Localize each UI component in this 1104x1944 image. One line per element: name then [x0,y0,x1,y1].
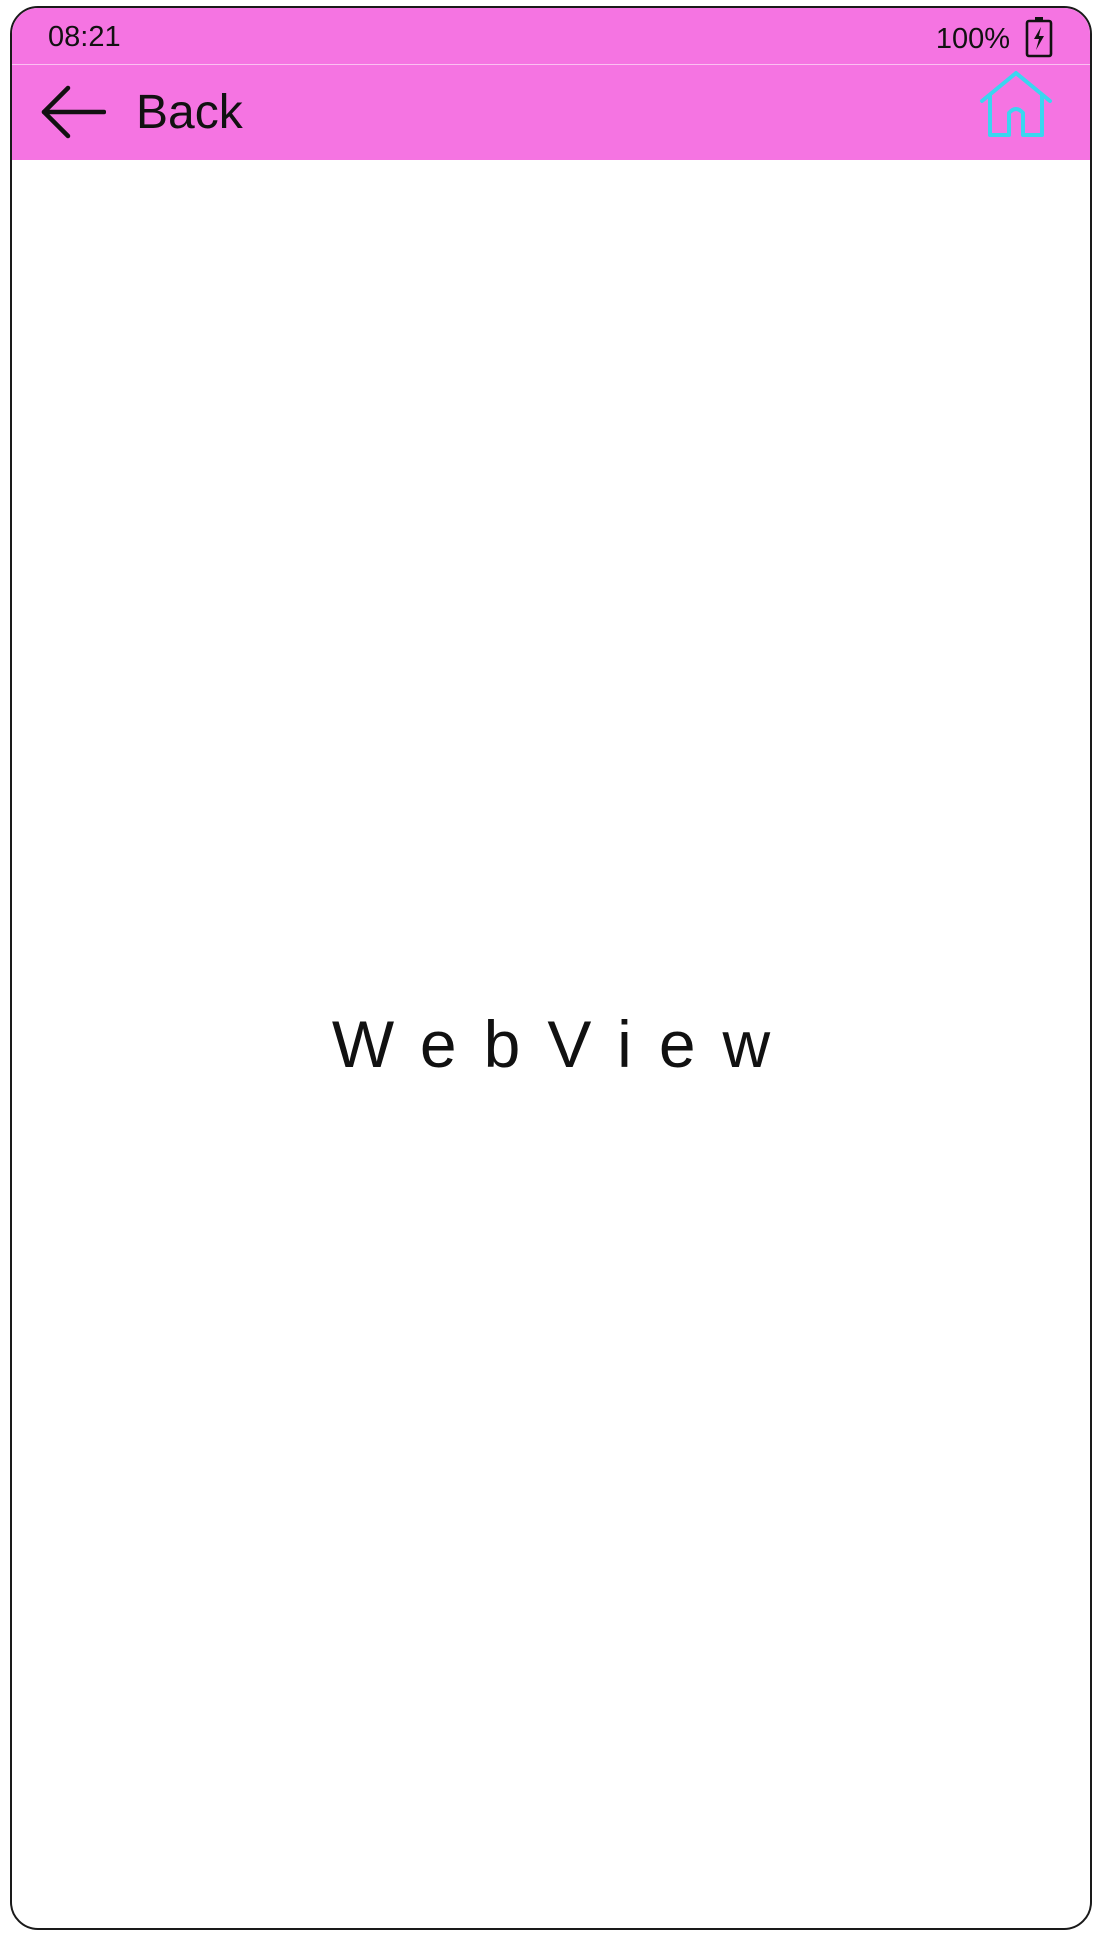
arrow-left-icon [40,84,106,140]
battery-charging-icon [1024,16,1054,58]
toolbar: Back [12,65,1090,160]
status-time: 08:21 [48,21,121,53]
device-frame: 08:21 100% Back WebView [10,6,1092,1930]
home-icon [978,69,1054,139]
status-indicators: 100% [936,16,1054,58]
back-label: Back [136,85,243,139]
webview-placeholder-label: WebView [331,1006,798,1081]
webview-container[interactable]: WebView [12,160,1090,1928]
home-button[interactable] [978,69,1054,139]
status-bar: 08:21 100% [12,8,1090,65]
battery-percent: 100% [935,22,1010,55]
back-button[interactable]: Back [40,77,243,147]
